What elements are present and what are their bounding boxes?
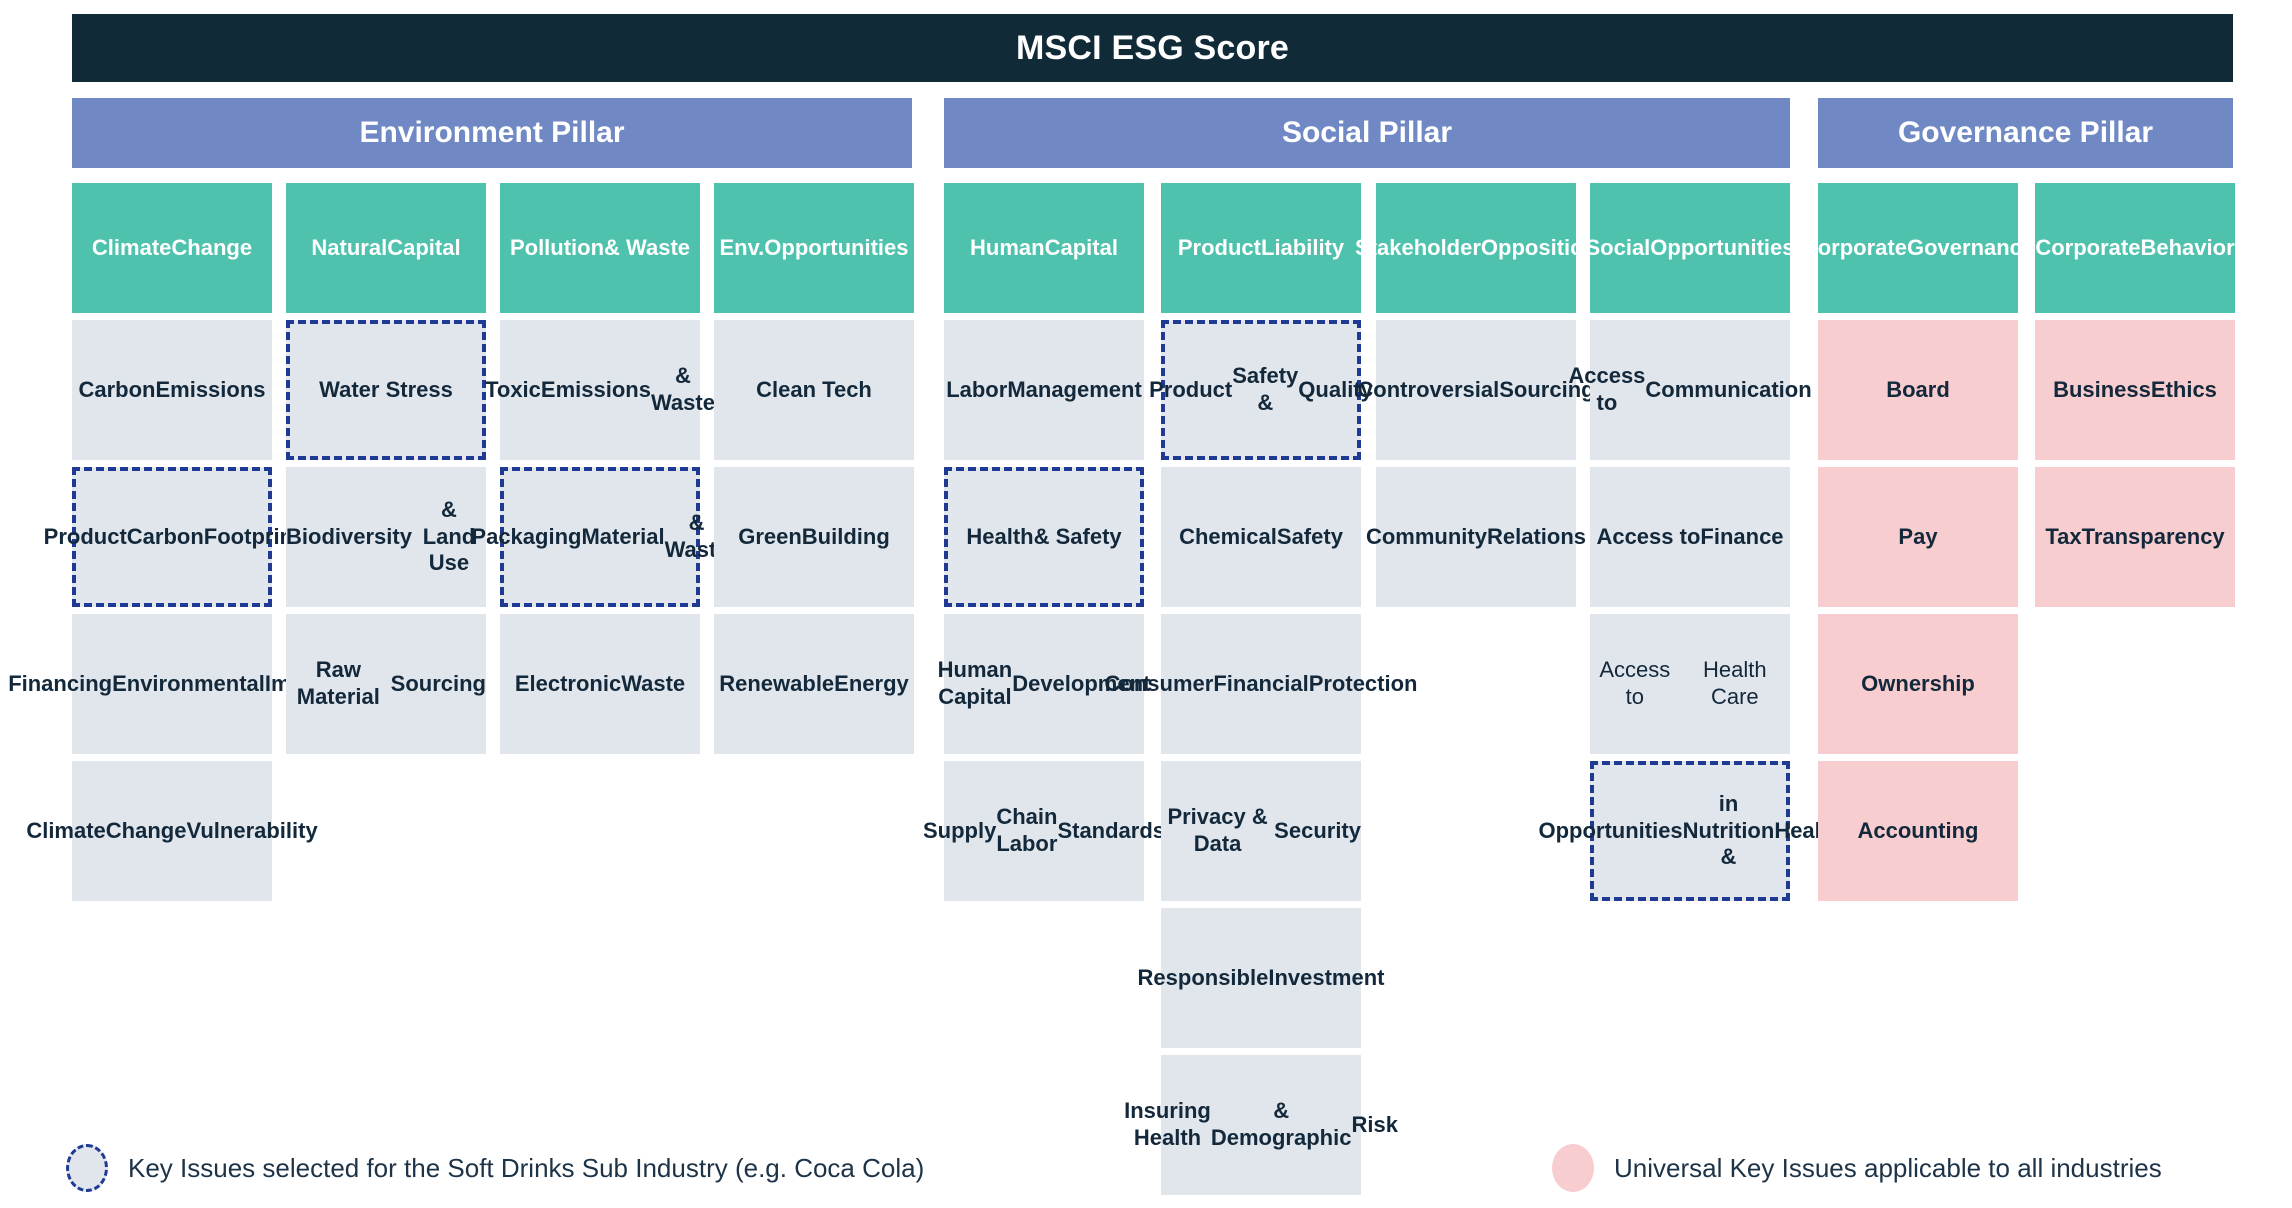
key-issue-box[interactable]: Access to Finance — [1590, 467, 1790, 607]
category-column: Pollution & Waste Toxic Emissions & Waste Pac… — [471, 183, 729, 761]
key-issue-box-selected[interactable]: Health & Safety — [944, 467, 1144, 607]
key-issue-box[interactable]: Toxic Emissions & Waste — [485, 320, 715, 460]
category-header[interactable]: Pollution & Waste — [500, 183, 700, 313]
key-issue-box-selected[interactable]: Water Stress — [286, 320, 486, 460]
page-title: MSCI ESG Score — [1016, 28, 1289, 67]
key-issue-box[interactable]: Chemical Safety — [1161, 467, 1361, 607]
key-issue-box[interactable]: Electronic Waste — [500, 614, 700, 754]
category-header[interactable]: Product Liability — [1161, 183, 1361, 313]
legend: Key Issues selected for the Soft Drinks … — [0, 1140, 2292, 1200]
category-column: Stakeholder Opposition Controversial Sourci… — [1355, 183, 1597, 614]
dashed-circle-icon — [66, 1144, 108, 1192]
category-column: Natural Capital Water Stress Biodiversity & … — [286, 183, 486, 761]
key-issue-box-selected[interactable]: Product Safety & Quality — [1149, 320, 1373, 460]
key-issue-box[interactable]: Clean Tech — [714, 320, 914, 460]
key-issue-box[interactable]: Climate Change Vulnerability — [26, 761, 318, 901]
diagram-title-bar: MSCI ESG Score — [72, 14, 2233, 82]
pillar-label: Social Pillar — [1281, 116, 1453, 149]
key-issue-box[interactable]: Renewable Energy — [714, 614, 914, 754]
key-issue-box[interactable]: Community Relations — [1366, 467, 1586, 607]
category-header[interactable]: Natural Capital — [286, 183, 486, 313]
key-issue-box[interactable]: Labor Management — [944, 320, 1144, 460]
key-issue-box[interactable]: Access to Health Care — [1590, 614, 1790, 754]
key-issue-box-universal[interactable]: Ownership — [1818, 614, 2018, 754]
key-issue-box[interactable]: Controversial Sourcing — [1357, 320, 1595, 460]
key-issue-box-universal[interactable]: Board — [1818, 320, 2018, 460]
key-issue-box[interactable]: Biodiversity & Land Use — [286, 467, 486, 607]
category-column: Social Opportunities Access to Communicatio… — [1538, 183, 1842, 908]
key-issue-box[interactable]: Raw Material Sourcing — [286, 614, 486, 754]
category-header[interactable]: Stakeholder Opposition — [1355, 183, 1597, 313]
key-issue-box[interactable]: Consumer Financial Protection — [1105, 614, 1417, 754]
key-issue-box-selected[interactable]: Opportunities in Nutrition & Health — [1538, 761, 1842, 901]
category-header[interactable]: Human Capital — [944, 183, 1144, 313]
key-issue-box[interactable]: Supply Chain Labor Standards — [923, 761, 1165, 901]
category-header[interactable]: Social Opportunities — [1585, 183, 1795, 313]
key-issue-box-selected[interactable]: Packaging Material & Waste — [471, 467, 729, 607]
key-issue-box-universal[interactable]: Pay — [1818, 467, 2018, 607]
category-header[interactable]: Corporate Governance — [1802, 183, 2034, 313]
category-column: Env. Opportunities Clean Tech Green Building… — [714, 183, 914, 761]
legend-item-selected-issues: Key Issues selected for the Soft Drinks … — [66, 1144, 924, 1192]
key-issue-box[interactable]: Carbon Emissions — [72, 320, 272, 460]
esg-framework-diagram: MSCI ESG Score Environment Pillar Social… — [0, 0, 2292, 1208]
category-column: Corporate Behavior Business Ethics Tax Transp… — [2035, 183, 2235, 614]
pillar-label: Governance Pillar — [1897, 116, 2154, 149]
pillar-header-governance: Governance Pillar — [1818, 98, 2233, 168]
category-header[interactable]: Climate Change — [72, 183, 272, 313]
key-issue-box-universal[interactable]: Tax Transparency — [2035, 467, 2235, 607]
legend-label-universal: Universal Key Issues applicable to all i… — [1614, 1152, 2162, 1183]
category-column: Product Liability Product Safety & Quality Ch… — [1105, 183, 1417, 1202]
key-issue-box[interactable]: Green Building — [714, 467, 914, 607]
legend-item-universal-issues: Universal Key Issues applicable to all i… — [1552, 1144, 2162, 1192]
category-column: Human Capital Labor Management Health & Safet… — [923, 183, 1165, 908]
key-issue-box-universal[interactable]: Accounting — [1818, 761, 2018, 901]
key-issue-box[interactable]: Privacy & Data Security — [1161, 761, 1361, 901]
category-column: Corporate Governance Board Pay Ownership Acco… — [1802, 183, 2034, 908]
pillar-header-social: Social Pillar — [944, 98, 1790, 168]
category-header[interactable]: Corporate Behavior — [2035, 183, 2235, 313]
legend-label-selected: Key Issues selected for the Soft Drinks … — [128, 1152, 925, 1183]
pillar-label: Environment Pillar — [359, 116, 625, 149]
pink-circle-icon — [1552, 1144, 1594, 1192]
category-column: Climate Change Carbon Emissions Product Carbo… — [8, 183, 336, 908]
key-issue-box-selected[interactable]: Product Carbon Footprint — [44, 467, 300, 607]
category-header[interactable]: Env. Opportunities — [714, 183, 914, 313]
key-issue-box[interactable]: FinancingEnvironmentalImpact — [8, 614, 336, 754]
key-issue-box[interactable]: Responsible Investment — [1138, 908, 1384, 1048]
pillar-header-environment: Environment Pillar — [72, 98, 912, 168]
key-issue-box[interactable]: Access to Communication — [1568, 320, 1812, 460]
key-issue-box-universal[interactable]: Business Ethics — [2035, 320, 2235, 460]
